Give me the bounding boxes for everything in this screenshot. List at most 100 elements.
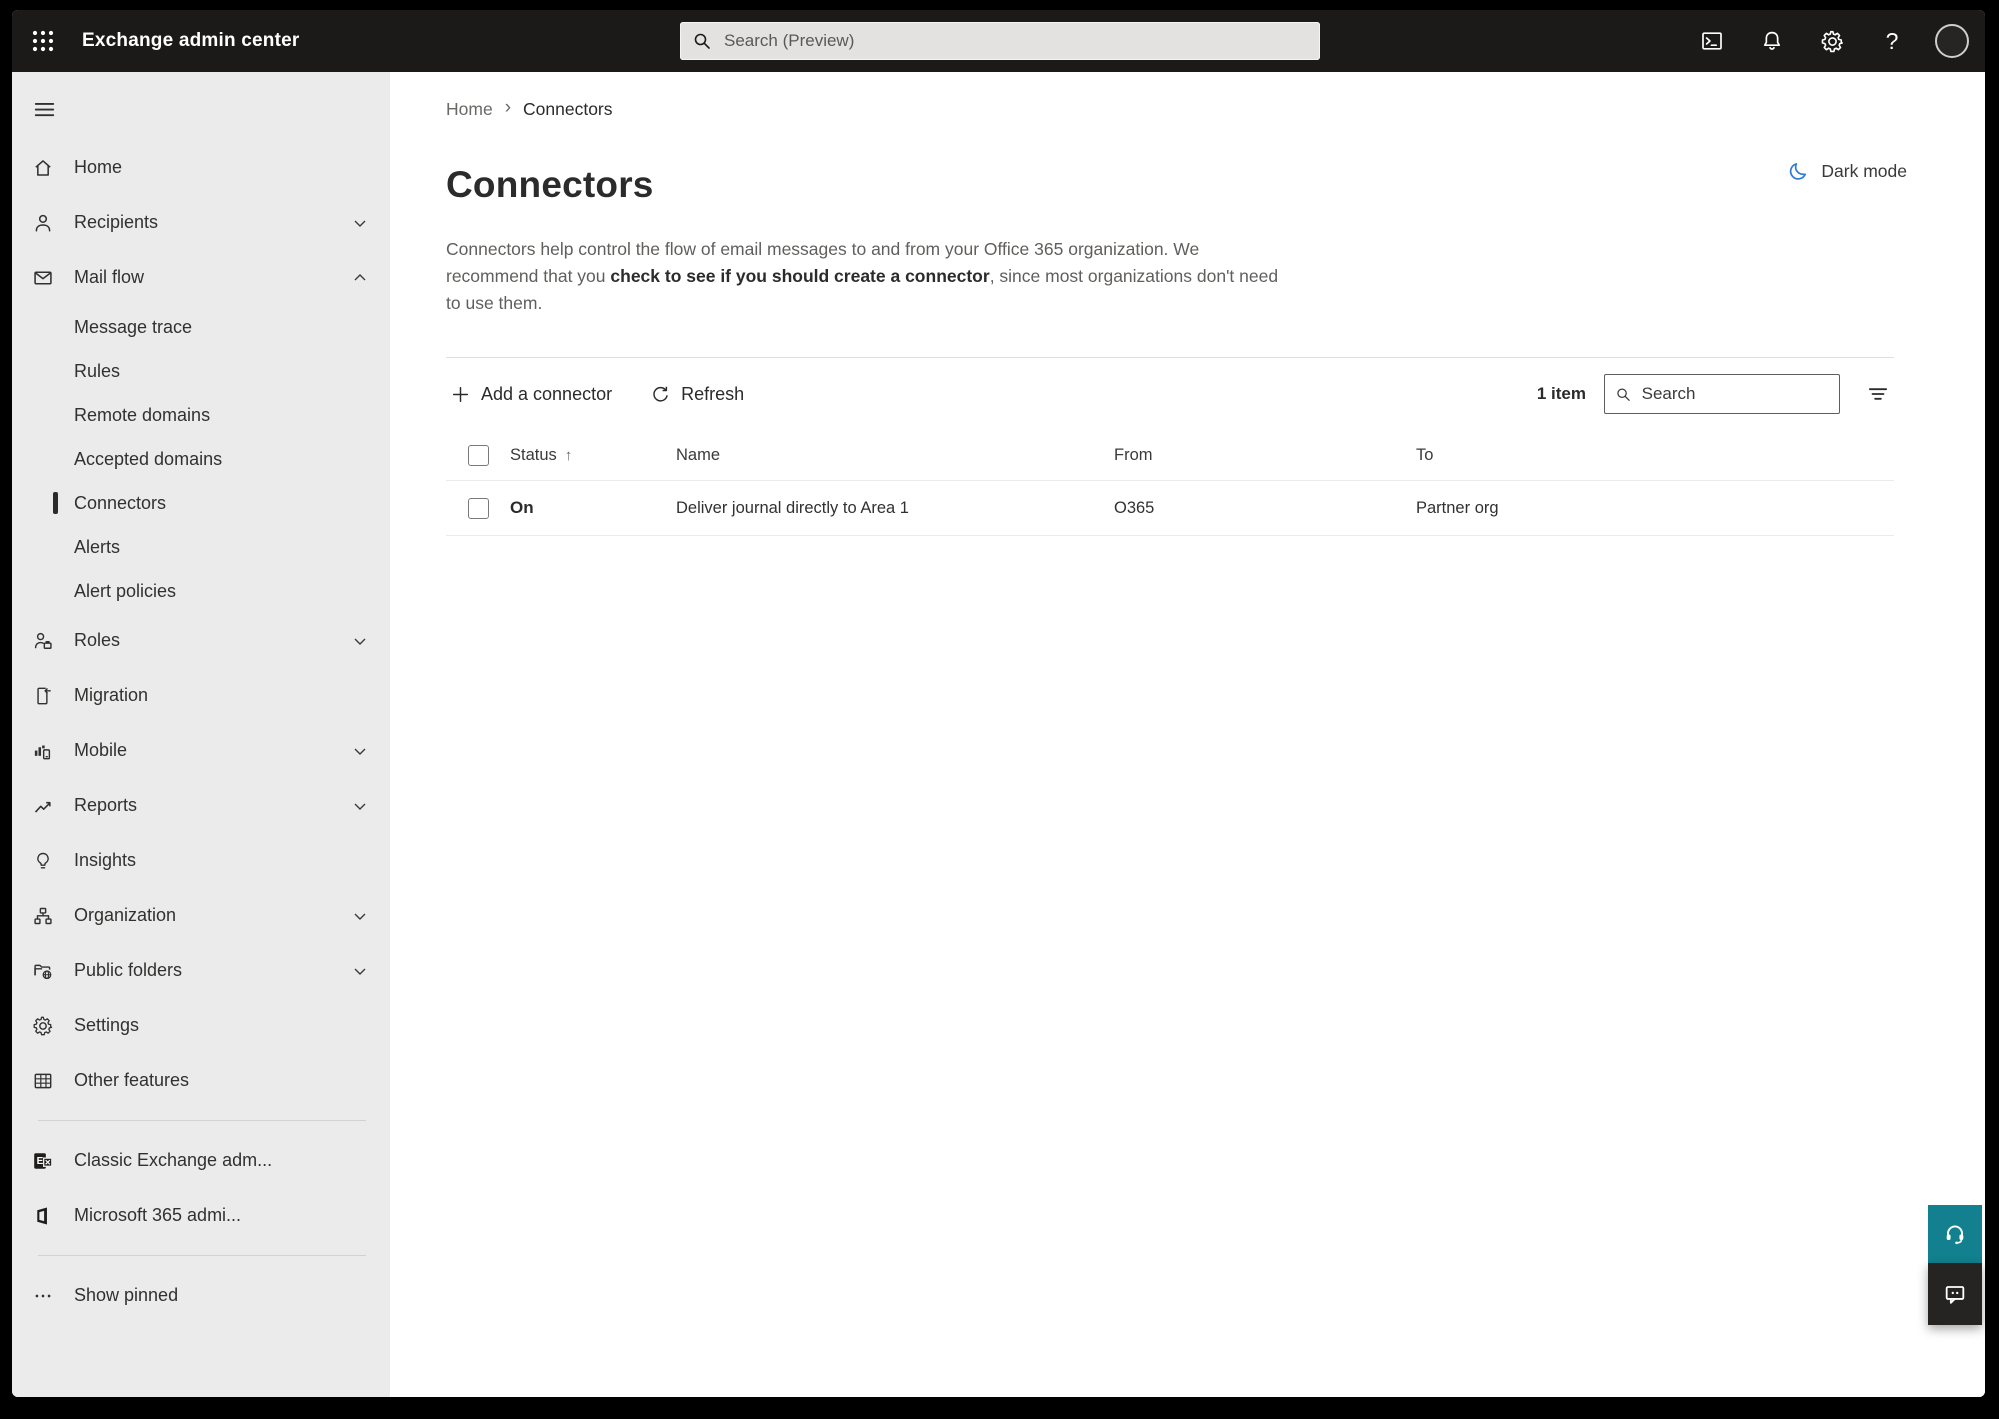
top-bar: Exchange admin center Search (Preview) ? bbox=[12, 10, 1985, 72]
org-chart-icon bbox=[32, 905, 54, 927]
sidebar-item-label: Organization bbox=[74, 905, 177, 925]
trend-chart-icon bbox=[32, 795, 54, 817]
avatar bbox=[1935, 24, 1969, 58]
filter-button[interactable] bbox=[1862, 378, 1894, 410]
sidebar-item-label: Accepted domains bbox=[74, 448, 223, 469]
row-checkbox[interactable] bbox=[468, 497, 489, 519]
sort-ascending-icon: ↑ bbox=[564, 446, 573, 464]
settings-button[interactable] bbox=[1809, 18, 1855, 64]
terminal-icon bbox=[1702, 32, 1722, 50]
select-all-checkbox[interactable] bbox=[468, 444, 489, 466]
hamburger-icon bbox=[34, 102, 55, 116]
list-search-box[interactable] bbox=[1604, 374, 1840, 414]
sidebar-item-home[interactable]: Home bbox=[12, 140, 390, 195]
sidebar-item-mobile[interactable]: Mobile bbox=[12, 723, 390, 778]
sidebar-item-label: Roles bbox=[74, 630, 121, 650]
global-search-box[interactable] bbox=[680, 22, 1320, 60]
sidebar-item-label: Microsoft 365 admi... bbox=[74, 1205, 242, 1225]
sidebar-item-label: Migration bbox=[74, 685, 149, 705]
home-icon bbox=[32, 157, 54, 179]
notifications-button[interactable] bbox=[1749, 18, 1795, 64]
page-description: Connectors help control the flow of emai… bbox=[446, 236, 1282, 317]
floating-actions bbox=[1928, 1205, 1982, 1325]
sidebar-divider bbox=[38, 1255, 366, 1256]
page-title: Connectors bbox=[446, 164, 654, 205]
sidebar-item-label: Recipients bbox=[74, 212, 159, 232]
dark-mode-label: Dark mode bbox=[1821, 161, 1907, 181]
support-button[interactable] bbox=[1928, 1205, 1982, 1263]
table-row[interactable]: On Deliver journal directly to Area 1 O3… bbox=[446, 480, 1894, 536]
lightbulb-icon bbox=[32, 850, 54, 872]
sidebar-item-migration[interactable]: Migration bbox=[12, 668, 390, 723]
document-arrow-icon bbox=[32, 685, 54, 707]
sidebar-item-label: Settings bbox=[74, 1015, 140, 1035]
powershell-button[interactable] bbox=[1689, 18, 1735, 64]
sidebar-item-alert-policies[interactable]: Alert policies bbox=[12, 569, 390, 613]
sidebar-item-reports[interactable]: Reports bbox=[12, 778, 390, 833]
sidebar-item-label: Other features bbox=[74, 1070, 190, 1090]
sidebar-item-roles[interactable]: Roles bbox=[12, 613, 390, 668]
column-header-to[interactable]: To bbox=[1416, 446, 1894, 465]
search-icon bbox=[1617, 387, 1630, 401]
sidebar-item-show-pinned[interactable]: Show pinned bbox=[12, 1268, 390, 1323]
sidebar-item-connectors[interactable]: Connectors bbox=[12, 481, 390, 525]
sidebar-item-label: Mail flow bbox=[74, 267, 145, 287]
sidebar-item-mail-flow[interactable]: Mail flow bbox=[12, 250, 390, 305]
create-connector-check-link[interactable]: check to see if you should create a conn… bbox=[610, 266, 989, 286]
breadcrumb: Home › Connectors bbox=[446, 72, 1894, 120]
sidebar-item-label: Message trace bbox=[74, 316, 193, 337]
sidebar-item-recipients[interactable]: Recipients bbox=[12, 195, 390, 250]
chevron-down-icon bbox=[352, 743, 368, 759]
table-header-row: Status ↑ Name From To bbox=[446, 430, 1894, 480]
sidebar-item-label: Classic Exchange adm... bbox=[74, 1150, 273, 1170]
sidebar-item-accepted-domains[interactable]: Accepted domains bbox=[12, 437, 390, 481]
column-header-label: Status bbox=[510, 445, 557, 464]
chevron-down-icon bbox=[352, 215, 368, 231]
app-window: Exchange admin center Search (Preview) ?… bbox=[12, 10, 1985, 1397]
add-connector-button[interactable]: Add a connector bbox=[446, 376, 616, 413]
dark-mode-toggle[interactable]: Dark mode bbox=[1787, 160, 1907, 183]
envelope-icon bbox=[32, 267, 54, 289]
feedback-button[interactable] bbox=[1928, 1263, 1982, 1325]
help-button[interactable]: ? bbox=[1869, 18, 1915, 64]
collapse-nav-button[interactable] bbox=[12, 86, 390, 132]
global-search-input[interactable] bbox=[724, 31, 1308, 51]
sidebar-item-label: Remote domains bbox=[74, 404, 211, 425]
column-header-status[interactable]: Status ↑ bbox=[510, 446, 676, 465]
sidebar-item-m365-admin[interactable]: Microsoft 365 admi... bbox=[12, 1188, 390, 1243]
sidebar-item-rules[interactable]: Rules bbox=[12, 349, 390, 393]
sidebar-item-organization[interactable]: Organization bbox=[12, 888, 390, 943]
sidebar-item-classic-exchange[interactable]: E Classic Exchange adm... bbox=[12, 1133, 390, 1188]
svg-text:E: E bbox=[37, 1155, 44, 1166]
column-header-name[interactable]: Name bbox=[676, 446, 1114, 465]
sidebar-item-label: Alerts bbox=[74, 536, 121, 557]
sidebar-item-other-features[interactable]: Other features bbox=[12, 1053, 390, 1108]
apps-grid-icon bbox=[32, 30, 54, 52]
gear-icon bbox=[32, 1015, 54, 1037]
list-search-input[interactable] bbox=[1641, 384, 1829, 404]
bell-icon bbox=[1763, 31, 1781, 50]
account-button[interactable] bbox=[1929, 18, 1975, 64]
sidebar-item-label: Rules bbox=[74, 360, 121, 381]
breadcrumb-home-link[interactable]: Home bbox=[446, 99, 493, 120]
main-content: Home › Connectors Dark mode Connectors C… bbox=[390, 72, 1985, 1397]
chevron-up-icon bbox=[352, 270, 368, 286]
app-launcher-button[interactable] bbox=[12, 10, 74, 72]
search-icon bbox=[694, 33, 710, 49]
refresh-button[interactable]: Refresh bbox=[646, 376, 748, 413]
sidebar-item-alerts[interactable]: Alerts bbox=[12, 525, 390, 569]
sidebar-item-remote-domains[interactable]: Remote domains bbox=[12, 393, 390, 437]
command-bar: Add a connector Refresh 1 item bbox=[446, 358, 1894, 430]
sidebar-item-message-trace[interactable]: Message trace bbox=[12, 305, 390, 349]
connectors-table: Status ↑ Name From To On Deliver journal… bbox=[446, 430, 1894, 536]
column-header-from[interactable]: From bbox=[1114, 446, 1416, 465]
column-header-label: To bbox=[1416, 445, 1434, 464]
chevron-down-icon bbox=[352, 963, 368, 979]
feedback-bubble-icon bbox=[1945, 1286, 1965, 1304]
sidebar-item-settings[interactable]: Settings bbox=[12, 998, 390, 1053]
refresh-label: Refresh bbox=[681, 383, 745, 404]
sidebar-item-public-folders[interactable]: Public folders bbox=[12, 943, 390, 998]
sidebar-item-insights[interactable]: Insights bbox=[12, 833, 390, 888]
item-count: 1 item bbox=[1536, 384, 1586, 403]
sidebar-item-label: Insights bbox=[74, 850, 137, 870]
